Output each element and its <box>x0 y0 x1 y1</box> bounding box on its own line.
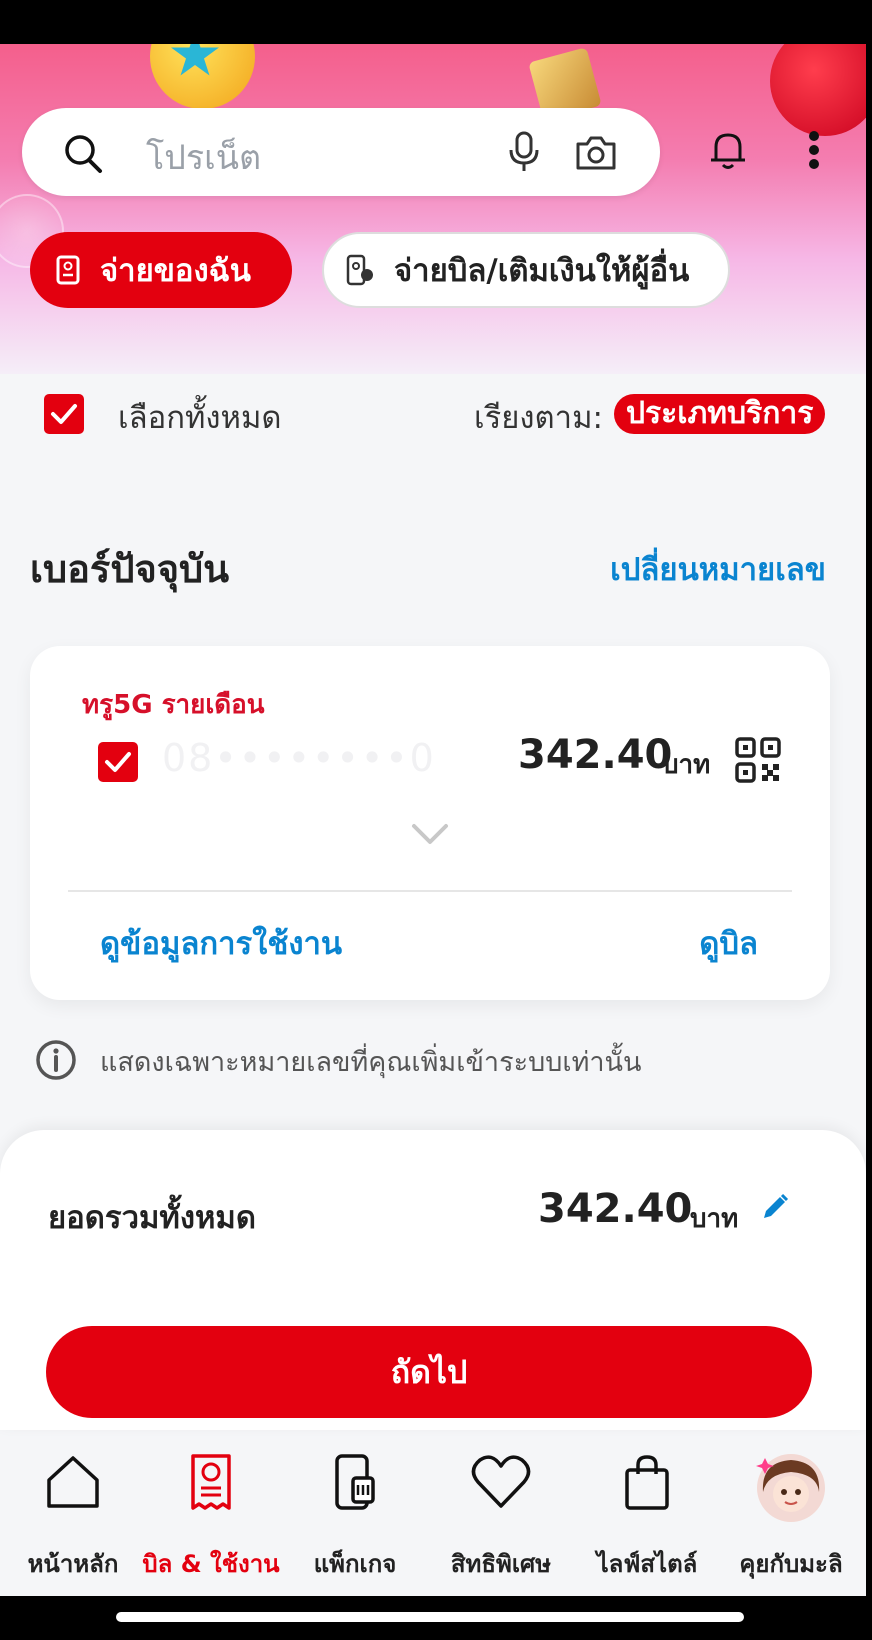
tab-label: หน้าหลัก <box>27 1550 119 1578</box>
bill-amount: 342.40 <box>518 732 673 778</box>
total-amount: 342.40 <box>538 1186 693 1232</box>
tab-home[interactable]: หน้าหลัก <box>0 1442 146 1596</box>
search-bar[interactable]: โปรเน็ต <box>22 108 660 196</box>
summary-sheet: ยอดรวมทั้งหมด 342.40 บาท ถัดไป <box>0 1130 866 1430</box>
camera-icon[interactable] <box>574 130 618 178</box>
tab-lifestyle[interactable]: ไลฟ์สไตล์ <box>574 1442 720 1596</box>
heart-icon <box>470 1452 532 1516</box>
account-card: ทรู5G รายเดือน 08••••••••0 342.40 บาท ดู… <box>30 646 830 1000</box>
home-icon <box>43 1452 103 1516</box>
total-label: ยอดรวมทั้งหมด <box>48 1200 256 1236</box>
sort-dropdown[interactable]: ประเภทบริการ <box>614 394 826 434</box>
sort-label: เรียงตาม: <box>474 400 603 436</box>
card-divider <box>68 890 792 892</box>
tab-label: ไลฟ์สไตล์ <box>596 1550 698 1578</box>
account-checkbox[interactable] <box>98 742 138 782</box>
section-title: เบอร์ปัจจุบัน <box>30 547 230 591</box>
tab-label: คุยกับมะลิ <box>739 1550 843 1578</box>
bell-icon[interactable] <box>708 128 748 176</box>
bill-icon <box>56 255 80 285</box>
info-icon <box>34 1038 78 1086</box>
info-text: แสดงเฉพาะหมายเลขที่คุณเพิ่มเข้าระบบเท่าน… <box>100 1047 642 1078</box>
bottom-tab-bar: หน้าหลัก บิล & ใช้งาน แพ็กเกจ สิทธิพิเศษ… <box>0 1442 866 1596</box>
bill-usage-icon <box>181 1452 241 1516</box>
qr-code-icon[interactable] <box>734 736 782 788</box>
check-icon <box>51 404 77 424</box>
tab-label: สิทธิพิเศษ <box>450 1550 552 1578</box>
tab-chat-mali[interactable]: คุยกับมะลิ <box>718 1442 864 1596</box>
search-input[interactable]: โปรเน็ต <box>146 130 261 184</box>
select-all-label[interactable]: เลือกทั้งหมด <box>118 392 282 442</box>
view-bill-link[interactable]: ดูบิล <box>699 918 758 968</box>
tab-label: บิล & ใช้งาน <box>142 1550 280 1578</box>
ball-decoration <box>770 44 866 136</box>
select-all-checkbox[interactable] <box>44 394 84 434</box>
change-number-link[interactable]: เปลี่ยนหมายเลข <box>610 544 826 594</box>
tab-packages[interactable]: แพ็กเกจ <box>282 1442 428 1596</box>
app-screen: โปรเน็ต จ่ายของฉัน จ่ายบิล/เติมเงินให้ผู… <box>0 44 866 1596</box>
currency-unit: บาท <box>662 750 711 780</box>
my-pay-label: จ่ายของฉัน <box>100 253 251 289</box>
pay-others-button[interactable]: จ่ายบิล/เติมเงินให้ผู้อื่น <box>322 232 730 308</box>
view-usage-link[interactable]: ดูข้อมูลการใช้งาน <box>100 918 342 968</box>
pay-others-icon <box>346 254 374 286</box>
next-button[interactable]: ถัดไป <box>46 1326 812 1418</box>
next-button-label: ถัดไป <box>390 1352 468 1391</box>
my-pay-button[interactable]: จ่ายของฉัน <box>30 232 292 308</box>
package-sim-icon <box>325 1452 385 1516</box>
phone-number: 08••••••••0 <box>162 736 436 780</box>
home-indicator[interactable] <box>116 1612 744 1622</box>
chevron-down-icon[interactable] <box>410 822 450 850</box>
mic-icon[interactable] <box>506 130 542 178</box>
tab-privileges[interactable]: สิทธิพิเศษ <box>428 1442 574 1596</box>
total-unit: บาท <box>690 1204 739 1234</box>
header-banner: โปรเน็ต จ่ายของฉัน จ่ายบิล/เติมเงินให้ผู… <box>0 44 866 374</box>
pay-others-label: จ่ายบิล/เติมเงินให้ผู้อื่น <box>394 253 690 289</box>
search-icon <box>62 132 106 180</box>
assistant-avatar <box>755 1452 827 1528</box>
edit-pencil-icon[interactable] <box>760 1192 790 1226</box>
tab-bill-usage[interactable]: บิล & ใช้งาน <box>138 1442 284 1596</box>
tab-label: แพ็กเกจ <box>313 1550 397 1578</box>
check-icon <box>105 752 131 772</box>
more-vertical-icon[interactable] <box>808 130 820 174</box>
plan-name: ทรู5G รายเดือน <box>82 690 265 720</box>
shopping-bag-icon <box>617 1452 677 1516</box>
